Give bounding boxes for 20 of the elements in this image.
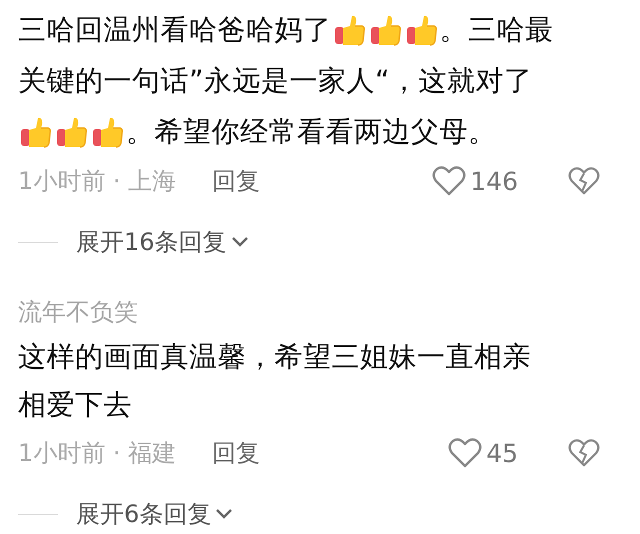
comment-text: 相爱下去 bbox=[18, 387, 132, 423]
reply-link[interactable]: 回复 bbox=[212, 165, 260, 197]
chevron-down-icon bbox=[215, 508, 234, 520]
like-count: 146 bbox=[470, 166, 518, 196]
comment-text: 三哈回温州看哈爸哈妈了 bbox=[18, 12, 332, 48]
chevron-down-icon bbox=[230, 236, 249, 248]
comment-text: 。希望你经常看看两边父母。 bbox=[126, 114, 496, 150]
comment-text: 这样的画面真温馨，希望三姐妹一直相亲 bbox=[18, 339, 531, 375]
like-count: 45 bbox=[486, 438, 518, 468]
expand-replies-button[interactable]: 展开16条回复 bbox=[76, 226, 249, 258]
time-location: 1小时前 · 福建 bbox=[18, 438, 176, 469]
heart-icon[interactable] bbox=[432, 165, 466, 197]
expand-replies-button[interactable]: 展开6条回复 bbox=[76, 498, 234, 530]
broken-heart-icon[interactable] bbox=[568, 438, 600, 468]
reply-link[interactable]: 回复 bbox=[212, 437, 260, 469]
comment-text: 关键的一句话”永远是一家人“，这就对了 bbox=[18, 62, 533, 98]
broken-heart-icon[interactable] bbox=[568, 166, 600, 196]
heart-icon[interactable] bbox=[448, 437, 482, 469]
comment-text: 。三哈最 bbox=[440, 12, 554, 48]
time-location: 1小时前 · 上海 bbox=[18, 166, 176, 197]
